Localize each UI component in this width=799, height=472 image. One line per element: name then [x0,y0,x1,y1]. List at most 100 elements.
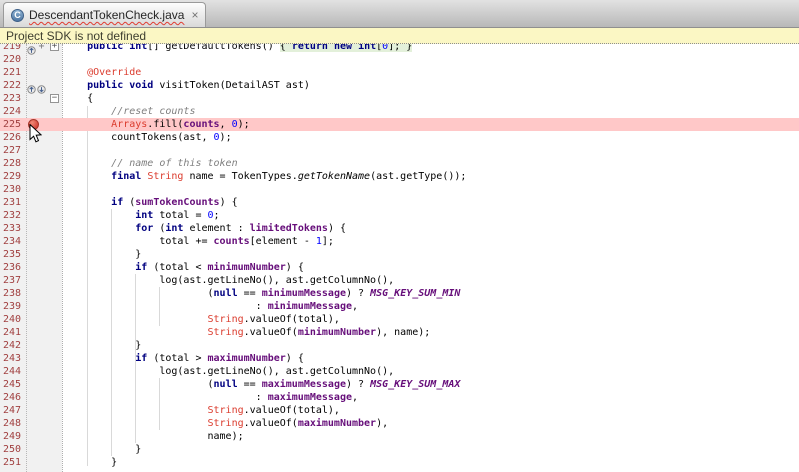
line-number[interactable]: 223 [0,92,26,105]
code-line-text[interactable]: } [62,443,799,456]
code-line[interactable]: 230 [0,183,799,196]
fold-strip[interactable] [48,365,62,378]
fold-strip[interactable] [48,417,62,430]
line-number[interactable]: 238 [0,287,26,300]
gutter-icon-strip[interactable] [26,313,48,326]
fold-strip[interactable] [48,274,62,287]
gutter-icon-strip[interactable] [26,196,48,209]
fold-strip[interactable] [48,443,62,456]
line-number[interactable]: 225 [0,118,26,131]
fold-strip[interactable] [48,235,62,248]
code-line[interactable]: 231 if (sumTokenCounts) { [0,196,799,209]
gutter-icon-strip[interactable] [26,326,48,339]
code-line[interactable]: 245 (null == maximumMessage) ? MSG_KEY_S… [0,378,799,391]
code-line[interactable]: 250 } [0,443,799,456]
code-line[interactable]: 222 public void visitToken(DetailAST ast… [0,79,799,92]
line-number[interactable]: 250 [0,443,26,456]
code-line-text[interactable]: if (sumTokenCounts) { [62,196,799,209]
line-number[interactable]: 230 [0,183,26,196]
line-number[interactable]: 220 [0,53,26,66]
fold-strip[interactable] [48,248,62,261]
code-line[interactable]: 225 Arrays.fill(counts, 0); [0,118,799,131]
gutter-icon-strip[interactable] [26,235,48,248]
line-number[interactable]: 251 [0,456,26,469]
code-line[interactable]: 247 String.valueOf(total), [0,404,799,417]
gutter-icon-strip[interactable] [26,287,48,300]
code-line-text[interactable]: } [62,339,799,352]
code-line-text[interactable]: : minimumMessage, [62,300,799,313]
fold-strip[interactable] [48,53,62,66]
code-line[interactable]: 224 //reset counts [0,105,799,118]
fold-strip[interactable] [48,404,62,417]
code-line[interactable]: 251 } [0,456,799,469]
gutter-icon-strip[interactable] [26,183,48,196]
code-line-text[interactable]: @Override [62,66,799,79]
line-number[interactable]: 243 [0,352,26,365]
fold-strip[interactable] [48,66,62,79]
gutter-icon-strip[interactable] [26,157,48,170]
fold-strip[interactable] [48,196,62,209]
code-line[interactable]: 248 String.valueOf(maximumNumber), [0,417,799,430]
collapse-fold-icon[interactable]: − [50,94,59,103]
gutter-icon-strip[interactable] [26,261,48,274]
gutter-icon-strip[interactable] [26,92,48,105]
code-line[interactable]: 227 [0,144,799,157]
gutter-icon-strip[interactable] [26,300,48,313]
gutter-icon-strip[interactable] [26,339,48,352]
code-line[interactable]: 241 String.valueOf(minimumNumber), name)… [0,326,799,339]
code-line-text[interactable]: Arrays.fill(counts, 0); [62,118,799,131]
code-line[interactable]: 228 // name of this token [0,157,799,170]
gutter-icon-strip[interactable] [26,430,48,443]
code-editor[interactable]: 219++ public int[] getDefaultTokens() { … [0,28,799,472]
code-line[interactable]: 233 for (int element : limitedTokens) { [0,222,799,235]
gutter-icon-strip[interactable] [26,378,48,391]
code-line[interactable]: 243 if (total > maximumNumber) { [0,352,799,365]
fold-strip[interactable] [48,313,62,326]
code-line[interactable]: 238 (null == minimumMessage) ? MSG_KEY_S… [0,287,799,300]
fold-strip[interactable] [48,456,62,469]
code-line[interactable]: 220 [0,53,799,66]
close-tab-icon[interactable]: × [191,8,198,22]
code-line[interactable]: 236 if (total < minimumNumber) { [0,261,799,274]
fold-strip[interactable] [48,287,62,300]
fold-strip[interactable] [48,300,62,313]
code-line[interactable]: 232 int total = 0; [0,209,799,222]
gutter-icon-strip[interactable] [26,66,48,79]
code-line-text[interactable]: log(ast.getLineNo(), ast.getColumnNo(), [62,365,799,378]
line-number[interactable]: 228 [0,157,26,170]
line-number[interactable]: 235 [0,248,26,261]
fold-strip[interactable] [48,261,62,274]
code-line-text[interactable]: int total = 0; [62,209,799,222]
fold-strip[interactable] [48,183,62,196]
code-line[interactable]: 234 total += counts[element - 1]; [0,235,799,248]
code-line-text[interactable]: String.valueOf(minimumNumber), name); [62,326,799,339]
fold-strip[interactable] [48,326,62,339]
fold-strip[interactable] [48,157,62,170]
gutter-icon-strip[interactable] [26,209,48,222]
line-number[interactable]: 226 [0,131,26,144]
fold-strip[interactable] [48,118,62,131]
fold-strip[interactable] [48,430,62,443]
code-line-text[interactable]: total += counts[element - 1]; [62,235,799,248]
code-line-text[interactable]: String.valueOf(total), [62,313,799,326]
gutter-icon-strip[interactable] [26,222,48,235]
fold-strip[interactable] [48,339,62,352]
code-line-text[interactable]: (null == minimumMessage) ? MSG_KEY_SUM_M… [62,287,799,300]
fold-strip[interactable] [48,209,62,222]
code-line-text[interactable]: String.valueOf(maximumNumber), [62,417,799,430]
line-number[interactable]: 246 [0,391,26,404]
line-number[interactable]: 227 [0,144,26,157]
gutter-icon-strip[interactable] [26,404,48,417]
fold-strip[interactable] [48,131,62,144]
line-number[interactable]: 221 [0,66,26,79]
line-number[interactable]: 234 [0,235,26,248]
code-line-text[interactable]: //reset counts [62,105,799,118]
line-number[interactable]: 249 [0,430,26,443]
code-line[interactable]: 242 } [0,339,799,352]
gutter-icon-strip[interactable] [26,79,48,92]
code-line-text[interactable]: public void visitToken(DetailAST ast) [62,79,799,92]
code-line-text[interactable] [62,183,799,196]
code-line[interactable]: 223 − { [0,92,799,105]
code-line-text[interactable]: { [62,92,799,105]
fold-strip[interactable] [48,79,62,92]
